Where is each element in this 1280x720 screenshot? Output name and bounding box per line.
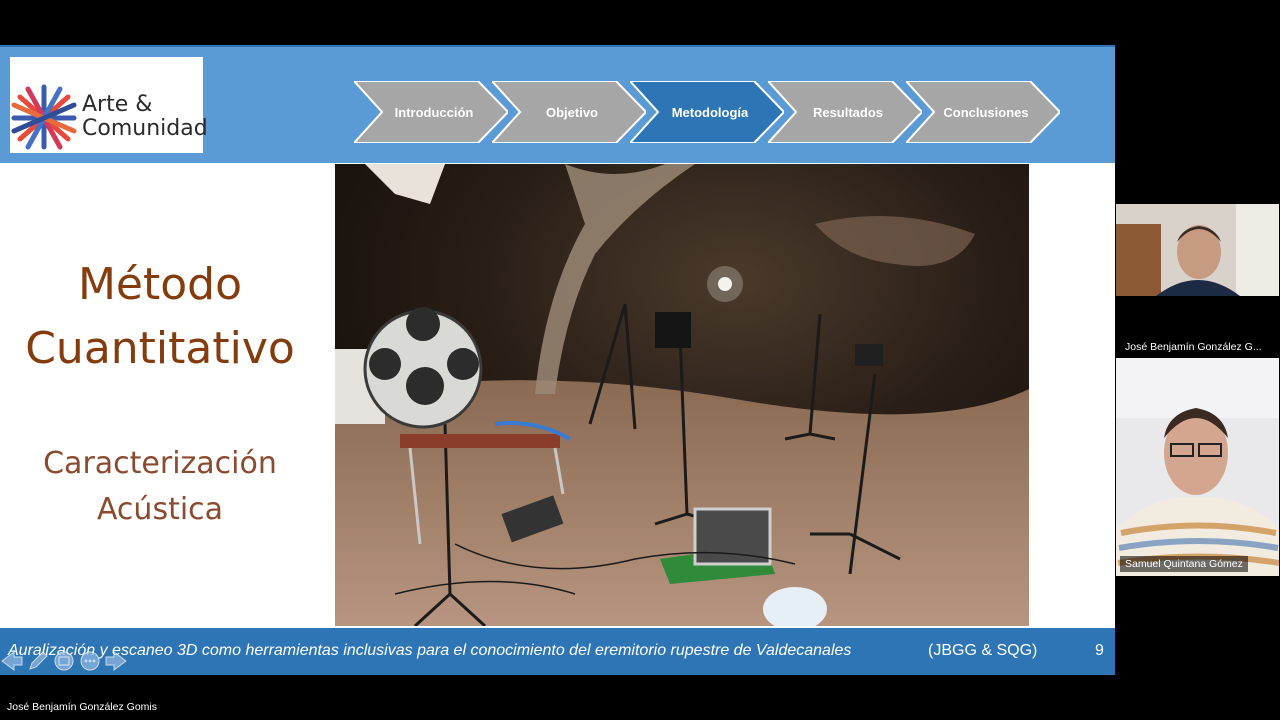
- nav-item-label: Conclusiones: [943, 104, 1029, 120]
- nav-item-objetivo[interactable]: Objetivo: [492, 81, 646, 143]
- slide-footer: Auralización y escaneo 3D como herramien…: [0, 628, 1115, 675]
- logo-text: Arte & Comunidad: [82, 93, 208, 141]
- slide-header: Arte & Comunidad Introducción Objetivo M…: [0, 45, 1115, 163]
- participant-name-1: José Benjamín González G...: [1125, 341, 1262, 353]
- presentation-controls: [0, 650, 128, 672]
- title-main: Método Cuantitativo: [0, 253, 320, 381]
- next-slide-icon[interactable]: [104, 650, 128, 672]
- participant-video-1[interactable]: [1116, 204, 1279, 296]
- nav-item-metodologia[interactable]: Metodología: [630, 81, 784, 143]
- slide-number: 9: [1095, 642, 1104, 659]
- logo: Arte & Comunidad: [10, 57, 208, 153]
- nav-item-introduccion[interactable]: Introducción: [354, 81, 508, 143]
- more-options-icon[interactable]: [78, 650, 102, 672]
- footer-authors: (JBGG & SQG): [928, 642, 1038, 659]
- nav-item-label: Resultados: [812, 104, 884, 120]
- presenter-name: José Benjamín González Gomis: [7, 701, 157, 713]
- nav-item-resultados[interactable]: Resultados: [768, 81, 922, 143]
- previous-slide-icon[interactable]: [0, 650, 24, 672]
- presentation-slide: Arte & Comunidad Introducción Objetivo M…: [0, 45, 1115, 675]
- nav-item-label: Objetivo: [545, 104, 598, 120]
- title-sub-line-2: Acústica: [96, 492, 224, 527]
- section-nav: Introducción Objetivo Metodología Result…: [354, 81, 1064, 143]
- nav-item-conclusiones[interactable]: Conclusiones: [906, 81, 1060, 143]
- title-main-line-2: Cuantitativo: [25, 323, 295, 374]
- title-sub: Caracterización Acústica: [0, 441, 320, 533]
- nav-item-label: Metodología: [671, 104, 749, 120]
- nav-item-label: Introducción: [394, 104, 474, 120]
- title-main-line-1: Método: [77, 259, 243, 310]
- logo-line-1: Arte &: [82, 92, 153, 117]
- pen-icon[interactable]: [26, 650, 50, 672]
- cave-measurement-photo: [335, 164, 1029, 626]
- slide-title: Método Cuantitativo Caracterización Acús…: [0, 253, 320, 533]
- participant-name-2: Samuel Quintana Gómez: [1120, 556, 1248, 572]
- slides-icon[interactable]: [52, 650, 76, 672]
- footer-title: Auralización y escaneo 3D como herramien…: [8, 642, 852, 659]
- title-sub-line-1: Caracterización: [43, 446, 277, 481]
- logo-line-2: Comunidad: [82, 116, 208, 141]
- logo-icon: [11, 84, 77, 150]
- participant-video-2[interactable]: [1116, 358, 1279, 576]
